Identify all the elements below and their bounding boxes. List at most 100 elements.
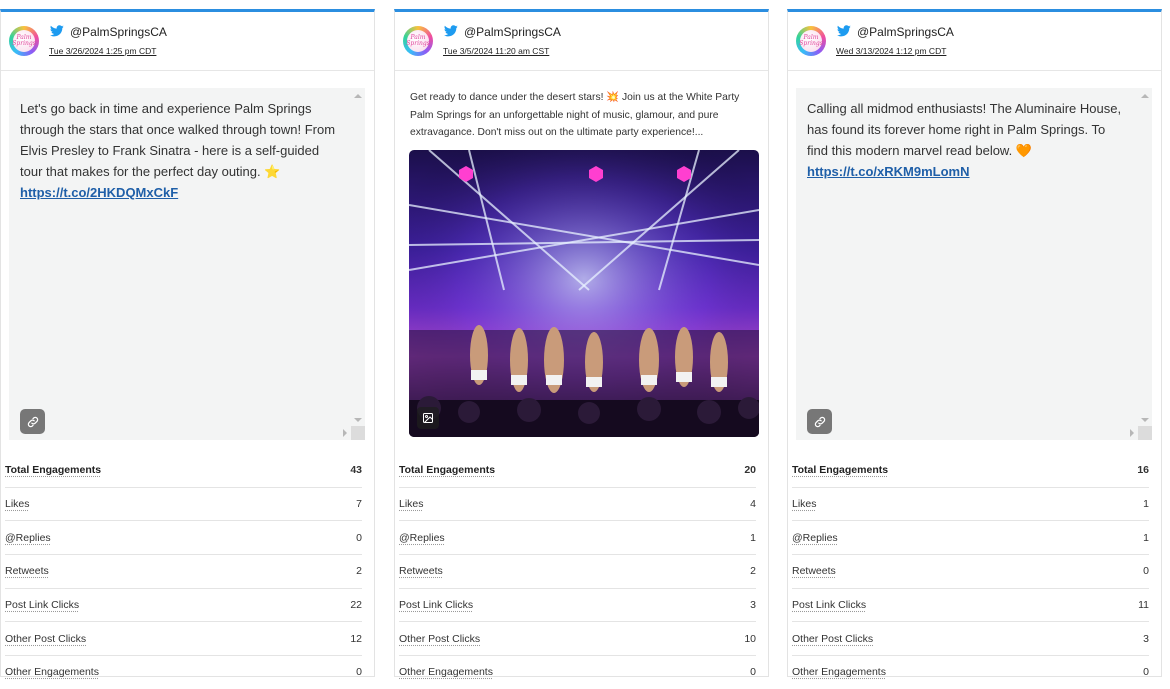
metric-row-other-engagements: Other Engagements 0: [399, 656, 756, 689]
metric-value: 3: [750, 599, 756, 611]
metric-row-total-engagements: Total Engagements 20: [399, 454, 756, 488]
metric-label[interactable]: Total Engagements: [5, 464, 101, 476]
scroll-right-arrow[interactable]: [1130, 429, 1134, 437]
metric-label[interactable]: Other Post Clicks: [5, 633, 86, 645]
avatar[interactable]: Palm Springs: [796, 26, 826, 56]
metric-label[interactable]: Retweets: [5, 565, 49, 577]
metric-label[interactable]: @Replies: [399, 532, 445, 544]
scroll-up-arrow[interactable]: [354, 94, 362, 98]
post-text: Let's go back in time and experience Pal…: [20, 98, 338, 203]
metric-label[interactable]: Other Post Clicks: [399, 633, 480, 645]
post-text: Calling all midmod enthusiasts! The Alum…: [807, 98, 1125, 182]
metric-row-other-post-clicks: Other Post Clicks 3: [792, 622, 1149, 656]
metric-value: 4: [750, 498, 756, 510]
metric-label[interactable]: Post Link Clicks: [792, 599, 866, 611]
metric-value: 2: [356, 565, 362, 577]
metric-row-likes: Likes 7: [5, 488, 362, 522]
avatar-logo: Palm Springs: [407, 30, 429, 52]
metric-row-retweets: Retweets 2: [5, 555, 362, 589]
metric-label[interactable]: Total Engagements: [399, 464, 495, 476]
metric-value: 0: [1143, 565, 1149, 577]
post-date-link[interactable]: Tue 3/5/2024 11:20 am CST: [443, 46, 549, 56]
metric-label[interactable]: Likes: [399, 498, 424, 510]
metric-row-total-engagements: Total Engagements 43: [5, 454, 362, 488]
engagement-metrics: Total Engagements 20 Likes 4 @Replies 1 Ret…: [399, 454, 756, 689]
metric-value: 1: [1143, 498, 1149, 510]
post-link[interactable]: https://t.co/2HKDQMxCkF: [20, 185, 178, 200]
post-card-3: Palm Springs @PalmSpringsCA Wed 3/13/202…: [787, 9, 1162, 677]
scroll-up-arrow[interactable]: [1141, 94, 1149, 98]
metric-label[interactable]: Retweets: [792, 565, 836, 577]
metric-label[interactable]: @Replies: [5, 532, 51, 544]
metric-label[interactable]: @Replies: [792, 532, 838, 544]
metric-value: 43: [350, 464, 362, 476]
scrollbar-corner: [1138, 426, 1152, 440]
metric-row-total-engagements: Total Engagements 16: [792, 454, 1149, 488]
image-icon[interactable]: [417, 407, 439, 429]
twitter-icon: [50, 25, 64, 37]
metric-row-likes: Likes 4: [399, 488, 756, 522]
scroll-down-arrow[interactable]: [1141, 418, 1149, 422]
avatar-text: Palm Springs: [406, 35, 430, 47]
metric-row-other-post-clicks: Other Post Clicks 12: [5, 622, 362, 656]
avatar-logo: Palm Springs: [13, 30, 35, 52]
avatar-logo: Palm Springs: [800, 30, 822, 52]
metric-row-replies: @Replies 1: [792, 521, 1149, 555]
metric-label[interactable]: Total Engagements: [792, 464, 888, 476]
metric-value: 12: [350, 633, 362, 645]
link-icon[interactable]: [807, 409, 832, 434]
post-text: Get ready to dance under the desert star…: [410, 89, 755, 142]
engagement-metrics: Total Engagements 16 Likes 1 @Replies 1 Ret…: [792, 454, 1149, 689]
metric-value: 1: [750, 532, 756, 544]
metric-label[interactable]: Likes: [792, 498, 817, 510]
metric-value: 3: [1143, 633, 1149, 645]
metric-value: 16: [1137, 464, 1149, 476]
vertical-scrollbar[interactable]: [1138, 88, 1152, 440]
metric-row-replies: @Replies 0: [5, 521, 362, 555]
scroll-right-arrow[interactable]: [343, 429, 347, 437]
concert-photo: [409, 150, 759, 437]
avatar[interactable]: Palm Springs: [9, 26, 39, 56]
scrollbar-corner: [351, 426, 365, 440]
metric-row-retweets: Retweets 0: [792, 555, 1149, 589]
post-card-2: Palm Springs @PalmSpringsCA Tue 3/5/2024…: [394, 9, 769, 677]
twitter-icon: [837, 25, 851, 37]
engagement-metrics: Total Engagements 43 Likes 7 @Replies 0 Ret…: [5, 454, 362, 689]
account-handle[interactable]: @PalmSpringsCA: [857, 25, 954, 39]
account-handle[interactable]: @PalmSpringsCA: [70, 25, 167, 39]
avatar[interactable]: Palm Springs: [403, 26, 433, 56]
post-preview: Let's go back in time and experience Pal…: [9, 88, 365, 440]
metric-value: 22: [350, 599, 362, 611]
metric-value: 11: [1138, 599, 1149, 611]
metric-label[interactable]: Retweets: [399, 565, 443, 577]
metric-value: 1: [1143, 532, 1149, 544]
post-body: Let's go back in time and experience Pal…: [20, 101, 335, 179]
metric-label[interactable]: Post Link Clicks: [399, 599, 473, 611]
post-body: Calling all midmod enthusiasts! The Alum…: [807, 101, 1121, 158]
metric-row-other-engagements: Other Engagements 0: [792, 656, 1149, 689]
metric-value: 10: [744, 633, 756, 645]
metric-label[interactable]: Likes: [5, 498, 30, 510]
post-date-link[interactable]: Wed 3/13/2024 1:12 pm CDT: [836, 46, 946, 56]
twitter-icon: [444, 25, 458, 37]
metric-label[interactable]: Post Link Clicks: [5, 599, 79, 611]
metric-row-retweets: Retweets 2: [399, 555, 756, 589]
link-icon[interactable]: [20, 409, 45, 434]
metric-label[interactable]: Other Post Clicks: [792, 633, 873, 645]
metric-row-post-link-clicks: Post Link Clicks 11: [792, 589, 1149, 623]
post-date-link[interactable]: Tue 3/26/2024 1:25 pm CDT: [49, 46, 156, 56]
account-handle[interactable]: @PalmSpringsCA: [464, 25, 561, 39]
star-emoji: ⭐: [264, 164, 280, 179]
scroll-down-arrow[interactable]: [354, 418, 362, 422]
metric-row-other-post-clicks: Other Post Clicks 10: [399, 622, 756, 656]
avatar-text: Palm Springs: [799, 35, 823, 47]
heart-emoji: 🧡: [1016, 143, 1032, 158]
post-image[interactable]: [409, 150, 759, 437]
metric-value: 20: [744, 464, 756, 476]
metric-row-post-link-clicks: Post Link Clicks 3: [399, 589, 756, 623]
post-header: Palm Springs @PalmSpringsCA Wed 3/13/202…: [788, 12, 1161, 71]
vertical-scrollbar[interactable]: [351, 88, 365, 440]
metric-value: 7: [356, 498, 362, 510]
post-link[interactable]: https://t.co/xRKM9mLomN: [807, 164, 970, 179]
post-card-1: Palm Springs @PalmSpringsCA Tue 3/26/202…: [0, 9, 375, 677]
